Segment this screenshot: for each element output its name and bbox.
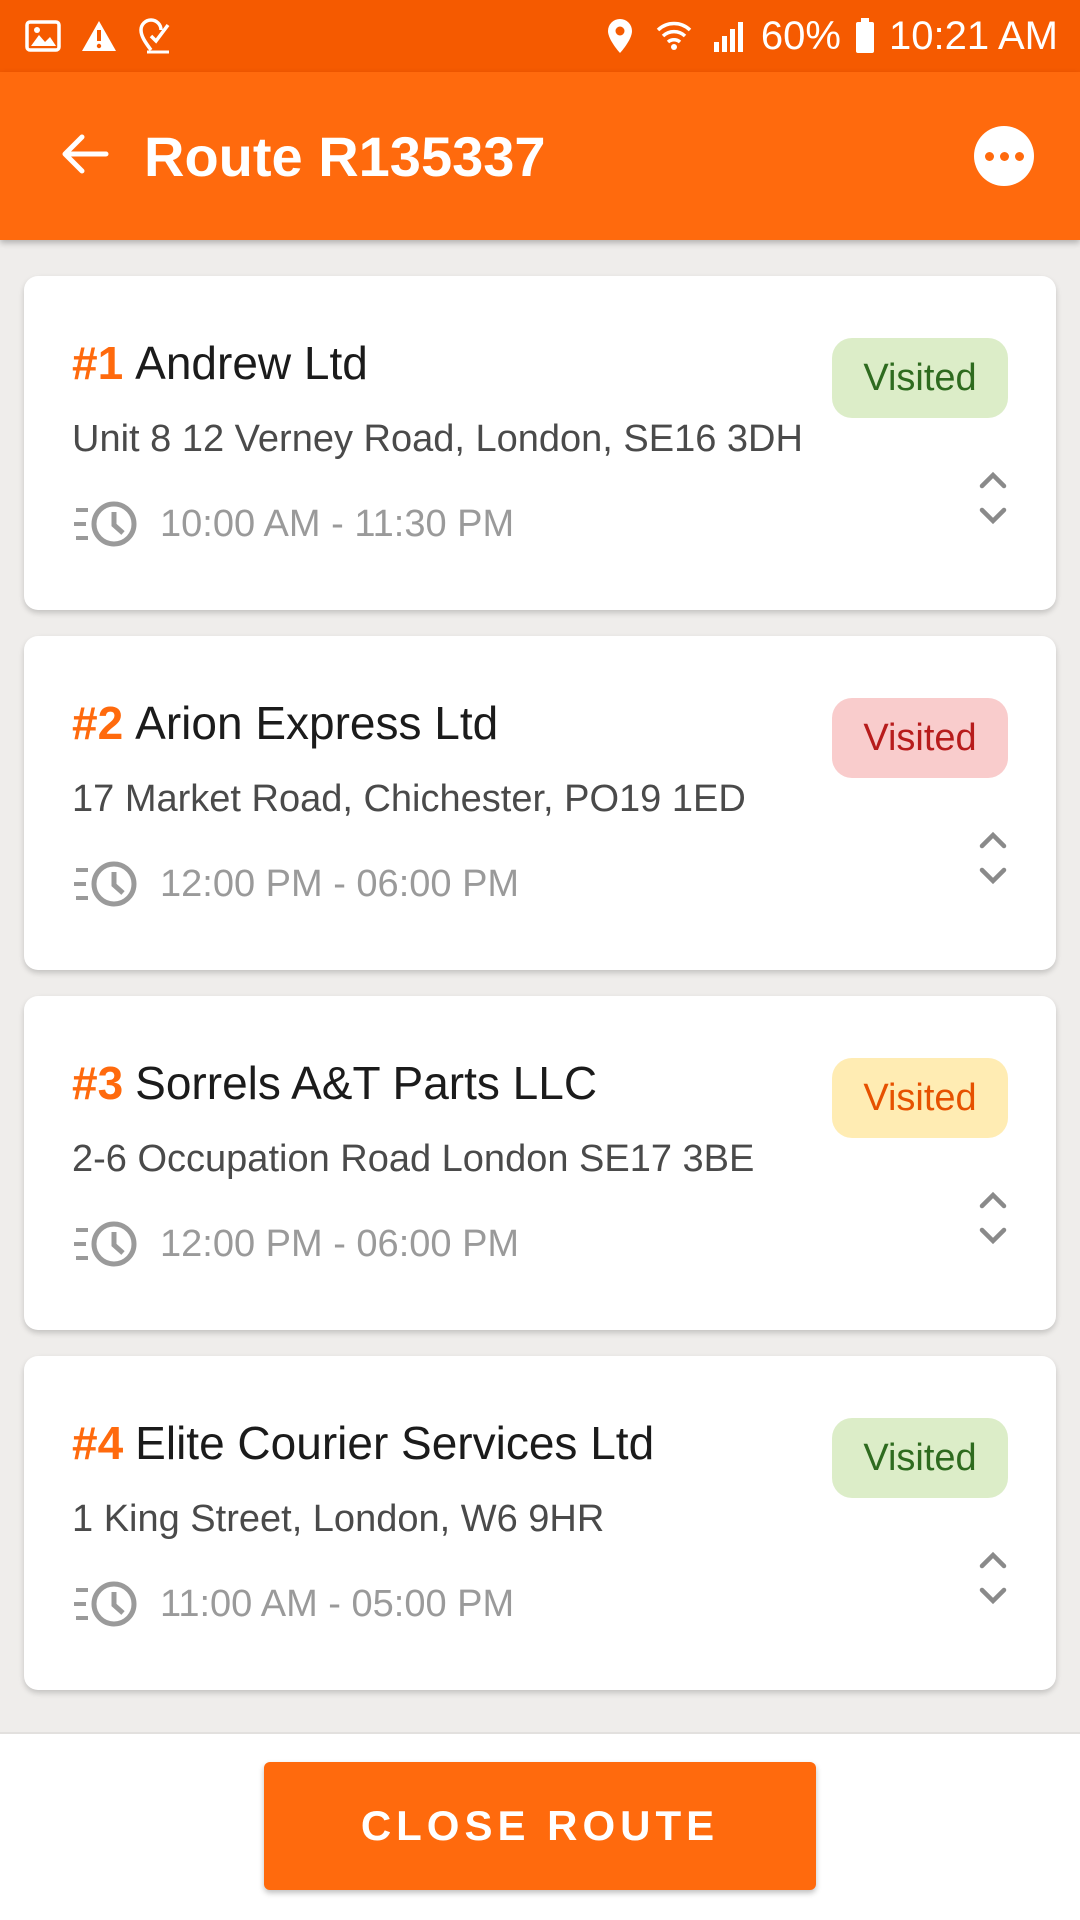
expand-chevron-icon xyxy=(968,1191,1018,1258)
stop-address: 17 Market Road, Chichester, PO19 1ED xyxy=(72,778,746,820)
page-title: Route R135337 xyxy=(144,124,546,188)
status-badge: Visited xyxy=(832,698,1008,778)
status-bar-system: 60% 10:21 AM xyxy=(599,14,1058,59)
expand-chevron-icon xyxy=(968,471,1018,538)
expand-chevron-icon xyxy=(968,1551,1018,1618)
stop-title: #4 Elite Courier Services Ltd xyxy=(72,1416,654,1470)
stop-number: #2 xyxy=(72,697,124,749)
battery-percent: 60% xyxy=(760,13,841,58)
time-window-text: 12:00 PM - 06:00 PM xyxy=(160,1222,520,1265)
time-window-text: 12:00 PM - 06:00 PM xyxy=(160,862,520,905)
time-window-icon xyxy=(72,498,142,550)
stop-card[interactable]: #3 Sorrels A&T Parts LLC 2-6 Occupation R… xyxy=(24,996,1056,1330)
stop-card[interactable]: #4 Elite Courier Services Ltd 1 King Stre… xyxy=(24,1356,1056,1690)
bottom-action-bar: CLOSE ROUTE xyxy=(0,1732,1080,1920)
stop-name: Andrew Ltd xyxy=(135,337,368,389)
stop-card[interactable]: #1 Andrew Ltd Unit 8 12 Verney Road, Lond… xyxy=(24,276,1056,610)
image-icon xyxy=(22,15,64,57)
status-badge: Visited xyxy=(832,1058,1008,1138)
warning-icon xyxy=(78,15,120,57)
stop-card[interactable]: #2 Arion Express Ltd 17 Market Road, Chic… xyxy=(24,636,1056,970)
expand-button[interactable] xyxy=(968,822,1018,894)
more-options-button[interactable] xyxy=(974,126,1034,186)
app-bar: Route R135337 xyxy=(0,72,1080,240)
status-bar-notifications xyxy=(22,15,176,57)
time-window-icon xyxy=(72,858,142,910)
close-route-button[interactable]: CLOSE ROUTE xyxy=(264,1762,816,1890)
status-badge: Visited xyxy=(832,1418,1008,1498)
more-options-icon xyxy=(984,151,1024,161)
stop-time-window: 11:00 AM - 05:00 PM xyxy=(72,1578,514,1630)
expand-button[interactable] xyxy=(968,462,1018,534)
status-badge: Visited xyxy=(832,338,1008,418)
stop-number: #3 xyxy=(72,1057,124,1109)
expand-chevron-icon xyxy=(968,831,1018,898)
stop-title: #3 Sorrels A&T Parts LLC xyxy=(72,1056,597,1110)
time-window-text: 11:00 AM - 05:00 PM xyxy=(160,1582,515,1625)
clock: 10:21 AM xyxy=(888,13,1058,58)
time-window-icon xyxy=(72,1578,142,1630)
stop-number: #4 xyxy=(72,1417,124,1469)
stop-title: #1 Andrew Ltd xyxy=(72,336,368,390)
stop-name: Sorrels A&T Parts LLC xyxy=(135,1057,598,1109)
stop-address: Unit 8 12 Verney Road, London, SE16 3DH xyxy=(72,418,803,460)
wifi-icon xyxy=(653,15,695,57)
expand-button[interactable] xyxy=(968,1182,1018,1254)
stop-time-window: 10:00 AM - 11:30 PM xyxy=(72,498,514,550)
expand-button[interactable] xyxy=(968,1542,1018,1614)
stop-time-window: 12:00 PM - 06:00 PM xyxy=(72,1218,519,1270)
stop-list: #1 Andrew Ltd Unit 8 12 Verney Road, Lond… xyxy=(24,276,1056,1716)
status-bar: 60% 10:21 AM xyxy=(0,0,1080,72)
back-button[interactable] xyxy=(40,111,130,201)
time-window-text: 10:00 AM - 11:30 PM xyxy=(160,502,515,545)
stop-address: 1 King Street, London, W6 9HR xyxy=(72,1498,605,1540)
stop-address: 2-6 Occupation Road London SE17 3BE xyxy=(72,1138,755,1180)
stop-number: #1 xyxy=(72,337,124,389)
stop-title: #2 Arion Express Ltd xyxy=(72,696,498,750)
stop-name: Arion Express Ltd xyxy=(135,697,499,749)
stop-time-window: 12:00 PM - 06:00 PM xyxy=(72,858,519,910)
battery-icon xyxy=(853,15,877,57)
stop-name: Elite Courier Services Ltd xyxy=(135,1417,655,1469)
location-pin-icon xyxy=(599,15,641,57)
back-arrow-icon xyxy=(60,132,110,181)
time-window-icon xyxy=(72,1218,142,1270)
location-check-icon xyxy=(134,15,176,57)
signal-icon xyxy=(707,15,749,57)
